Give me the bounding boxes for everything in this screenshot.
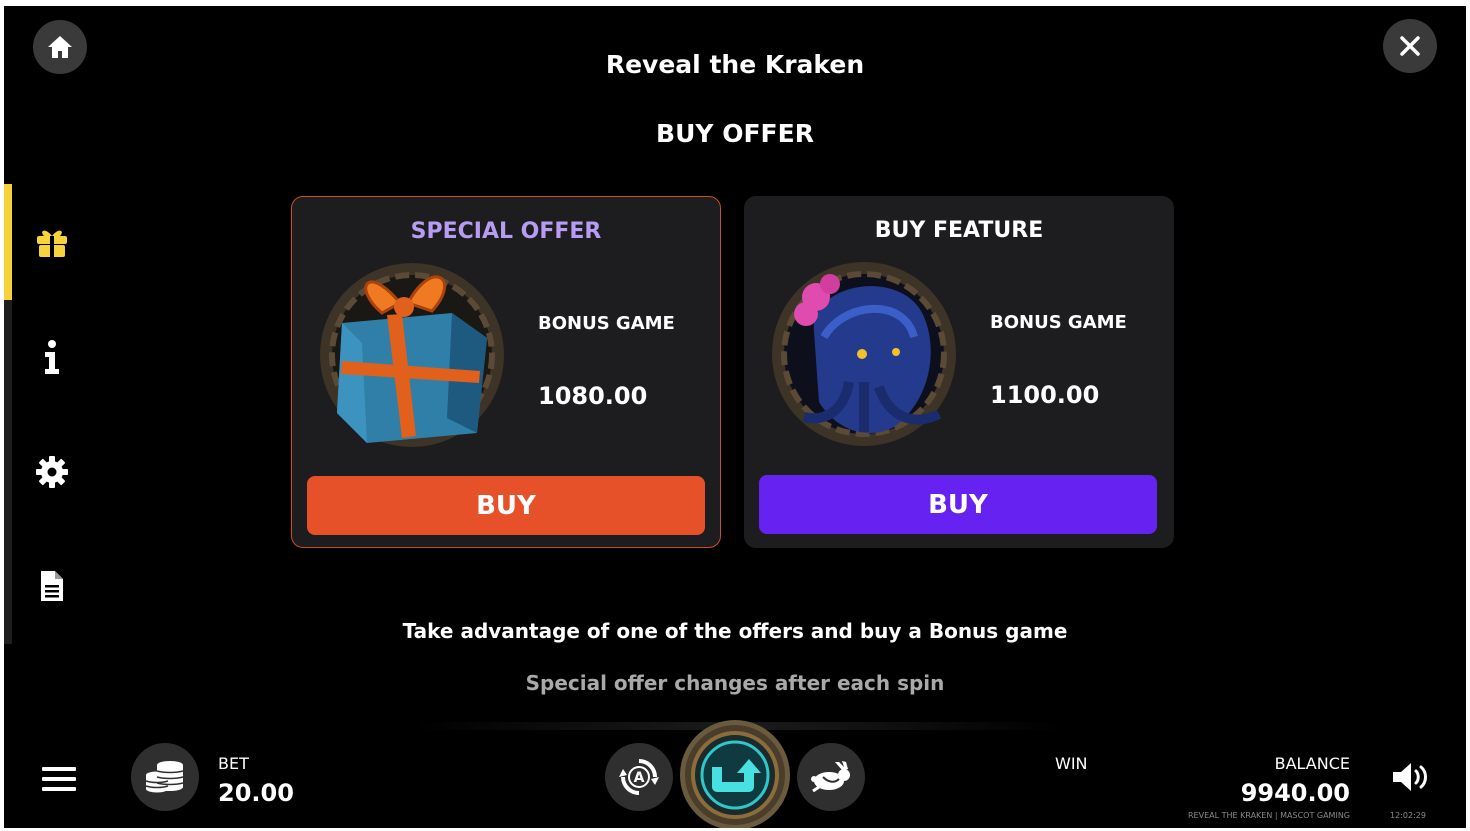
gear-icon xyxy=(36,456,68,488)
buy-feature-button[interactable]: BUY xyxy=(759,475,1157,534)
svg-text:A: A xyxy=(634,770,645,786)
speaker-icon xyxy=(1393,763,1427,791)
menu-button[interactable] xyxy=(42,766,76,796)
balance-label: BALANCE xyxy=(1274,754,1350,773)
sidebar-item-info[interactable] xyxy=(32,337,72,377)
special-offer-title: SPECIAL OFFER xyxy=(410,219,602,244)
page-title: Reveal the Kraken xyxy=(605,50,865,79)
hamburger-icon xyxy=(42,767,76,791)
buy-special-offer-button[interactable]: BUY xyxy=(307,476,705,535)
balance-value: 9940.00 xyxy=(1240,779,1350,807)
sidebar-item-buy-offer[interactable] xyxy=(32,222,72,262)
buy-feature-label: BONUS GAME xyxy=(990,312,1127,333)
section-title: BUY OFFER xyxy=(656,119,814,148)
game-credit: REVEAL THE KRAKEN | MASCOT GAMING xyxy=(1187,811,1350,820)
rabbit-icon xyxy=(811,761,850,793)
buy-feature-card: BUY FEATURE BONUS GAME 1100.00 BUY xyxy=(744,196,1174,548)
gift-icon xyxy=(37,230,67,257)
gift-box-icon xyxy=(320,263,504,447)
win-label: WIN xyxy=(1055,754,1088,773)
spin-button[interactable] xyxy=(680,720,790,828)
info-icon xyxy=(45,340,59,374)
sidebar-item-settings[interactable] xyxy=(32,452,72,492)
coins-icon xyxy=(145,761,184,793)
offer-note: Special offer changes after each spin xyxy=(525,671,945,695)
document-icon xyxy=(41,571,63,601)
game-screen: Reveal the Kraken BUY OFFER SPECIAL OFFE… xyxy=(4,6,1466,828)
sidebar-active-indicator xyxy=(4,184,12,300)
clock: 12:02:29 xyxy=(1390,811,1426,820)
sound-button[interactable] xyxy=(1391,761,1431,797)
autoplay-icon: A xyxy=(619,759,659,795)
special-offer-card: SPECIAL OFFER BONUS GAME 1080.00 BUY xyxy=(291,196,721,548)
buy-feature-price: 1100.00 xyxy=(990,381,1100,409)
offer-description: Take advantage of one of the offers and … xyxy=(402,619,1068,643)
special-offer-price: 1080.00 xyxy=(538,382,648,410)
buy-feature-title: BUY FEATURE xyxy=(874,218,1044,243)
sidebar-item-rules[interactable] xyxy=(32,566,72,606)
autoplay-button[interactable]: A xyxy=(605,743,673,811)
bet-label: BET xyxy=(218,754,249,773)
special-offer-label: BONUS GAME xyxy=(538,313,675,334)
bet-value: 20.00 xyxy=(218,779,294,807)
spin-icon xyxy=(691,731,779,819)
kraken-icon xyxy=(772,262,956,446)
bet-button[interactable] xyxy=(131,743,199,811)
turbo-button[interactable] xyxy=(797,743,865,811)
